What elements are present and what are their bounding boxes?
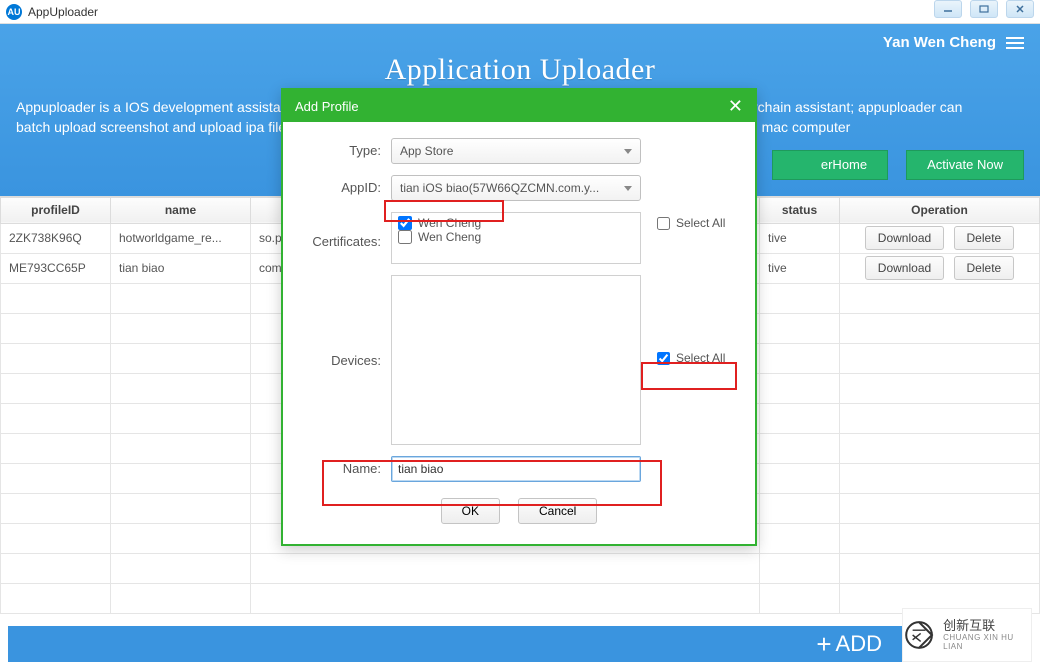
activate-now-button[interactable]: Activate Now: [906, 150, 1024, 180]
certificate-label: Wen Cheng: [418, 216, 481, 230]
certificate-label: Wen Cheng: [418, 230, 481, 244]
download-button[interactable]: Download: [865, 256, 944, 280]
download-button[interactable]: Download: [865, 226, 944, 250]
footer-add-text[interactable]: ADD: [836, 631, 882, 657]
cell-status: tive: [760, 253, 840, 283]
type-label: Type:: [299, 138, 391, 158]
watermark-subtitle: CHUANG XIN HU LIAN: [943, 633, 1031, 651]
watermark: 创新互联 CHUANG XIN HU LIAN: [902, 608, 1032, 662]
page-title: Application Uploader: [16, 53, 1024, 87]
window-title: AppUploader: [28, 5, 98, 19]
cell-profileID: ME793CC65P: [1, 253, 111, 283]
cancel-button[interactable]: Cancel: [518, 498, 597, 524]
certificates-label: Certificates:: [299, 212, 391, 249]
add-profile-modal: Add Profile ✕ Type: App Store AppID: tia…: [281, 88, 757, 546]
cell-profileID: 2ZK738K96Q: [1, 223, 111, 253]
appid-value: tian iOS biao(57W66QZCMN.com.y...: [400, 181, 599, 195]
user-name: Yan Wen Cheng: [883, 34, 996, 51]
window-titlebar: AU AppUploader: [0, 0, 1040, 24]
minimize-button[interactable]: [934, 0, 962, 18]
col-header-name[interactable]: name: [111, 197, 251, 223]
plus-icon[interactable]: +: [816, 629, 831, 660]
app-logo-icon: AU: [6, 4, 22, 20]
maximize-button[interactable]: [970, 0, 998, 18]
watermark-brand: 创新互联: [943, 619, 1031, 633]
cell-name: hotworldgame_re...: [111, 223, 251, 253]
appid-dropdown[interactable]: tian iOS biao(57W66QZCMN.com.y...: [391, 175, 641, 201]
type-dropdown[interactable]: App Store: [391, 138, 641, 164]
certificate-checkbox[interactable]: [398, 230, 412, 244]
devices-listbox[interactable]: [391, 275, 641, 445]
name-input[interactable]: [391, 456, 641, 482]
devices-selectall-label: Select All: [676, 351, 725, 365]
cell-operation: Download Delete: [840, 253, 1040, 283]
window-controls: [934, 0, 1034, 18]
modal-title-text: Add Profile: [295, 99, 359, 114]
type-value: App Store: [400, 144, 453, 158]
close-icon[interactable]: ✕: [728, 96, 743, 117]
appid-label: AppID:: [299, 175, 391, 195]
ok-button[interactable]: OK: [441, 498, 500, 524]
devices-selectall-checkbox[interactable]: [657, 352, 670, 365]
footer-bar: + ADD: [8, 626, 1032, 662]
modal-titlebar[interactable]: Add Profile ✕: [283, 90, 755, 122]
devices-label: Devices:: [299, 275, 391, 368]
certificate-checkbox[interactable]: [398, 216, 412, 230]
certificates-listbox[interactable]: Wen Cheng Wen Cheng: [391, 212, 641, 264]
delete-button[interactable]: Delete: [954, 256, 1015, 280]
watermark-icon: [903, 618, 935, 652]
chevron-down-icon: [624, 149, 632, 154]
cell-operation: Download Delete: [840, 223, 1040, 253]
certificates-selectall-label: Select All: [676, 216, 725, 230]
table-row-empty: [1, 583, 1040, 613]
close-button[interactable]: [1006, 0, 1034, 18]
developer-home-button[interactable]: erHome: [772, 150, 888, 180]
cell-status: tive: [760, 223, 840, 253]
name-label: Name:: [299, 456, 391, 476]
table-row-empty: [1, 553, 1040, 583]
cell-name: tian biao: [111, 253, 251, 283]
col-header-profileID[interactable]: profileID: [1, 197, 111, 223]
certificate-option[interactable]: Wen Cheng: [398, 216, 634, 230]
certificates-selectall-checkbox[interactable]: [657, 217, 670, 230]
chevron-down-icon: [624, 186, 632, 191]
certificate-option[interactable]: Wen Cheng: [398, 230, 634, 244]
col-header-operation: Operation: [840, 197, 1040, 223]
delete-button[interactable]: Delete: [954, 226, 1015, 250]
col-header-status[interactable]: status: [760, 197, 840, 223]
menu-icon[interactable]: [1006, 37, 1024, 49]
